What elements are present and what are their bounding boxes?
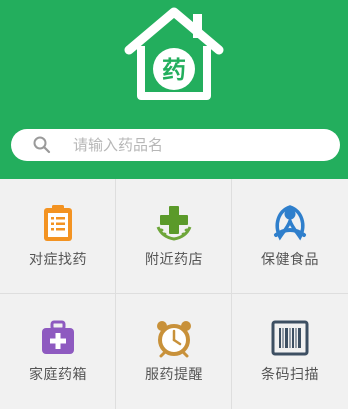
menu-item-health-food[interactable]: 保健食品 <box>232 179 348 294</box>
menu-item-symptom-search[interactable]: 对症找药 <box>0 179 116 294</box>
menu-item-label: 对症找药 <box>29 252 87 268</box>
search-bar[interactable] <box>11 129 340 161</box>
menu-item-medication-reminder[interactable]: 服药提醒 <box>116 294 232 409</box>
clipboard-icon <box>44 205 72 241</box>
feature-grid: 对症找药 附近药店 保健食品 家庭药箱 服药提醒 条码扫描 <box>0 179 348 409</box>
menu-item-label: 保健食品 <box>261 252 319 268</box>
barcode-icon <box>271 320 309 356</box>
health-food-icon <box>274 205 306 241</box>
menu-item-barcode-scan[interactable]: 条码扫描 <box>232 294 348 409</box>
pharmacy-cross-icon <box>156 206 192 241</box>
house-medicine-icon: 药 <box>124 7 224 100</box>
menu-item-label: 服药提醒 <box>145 367 203 383</box>
search-icon[interactable] <box>32 135 52 155</box>
menu-item-label: 条码扫描 <box>261 367 319 383</box>
menu-item-nearby-pharmacy[interactable]: 附近药店 <box>116 179 232 294</box>
menu-item-label: 附近药店 <box>145 252 203 268</box>
logo-char: 药 <box>162 56 186 84</box>
menu-item-label: 家庭药箱 <box>29 367 87 383</box>
alarm-clock-icon <box>157 321 191 358</box>
medicine-kit-icon <box>42 320 74 354</box>
menu-item-family-medicine-kit[interactable]: 家庭药箱 <box>0 294 116 409</box>
search-input[interactable] <box>73 133 323 157</box>
app-header: 药 <box>0 0 348 179</box>
